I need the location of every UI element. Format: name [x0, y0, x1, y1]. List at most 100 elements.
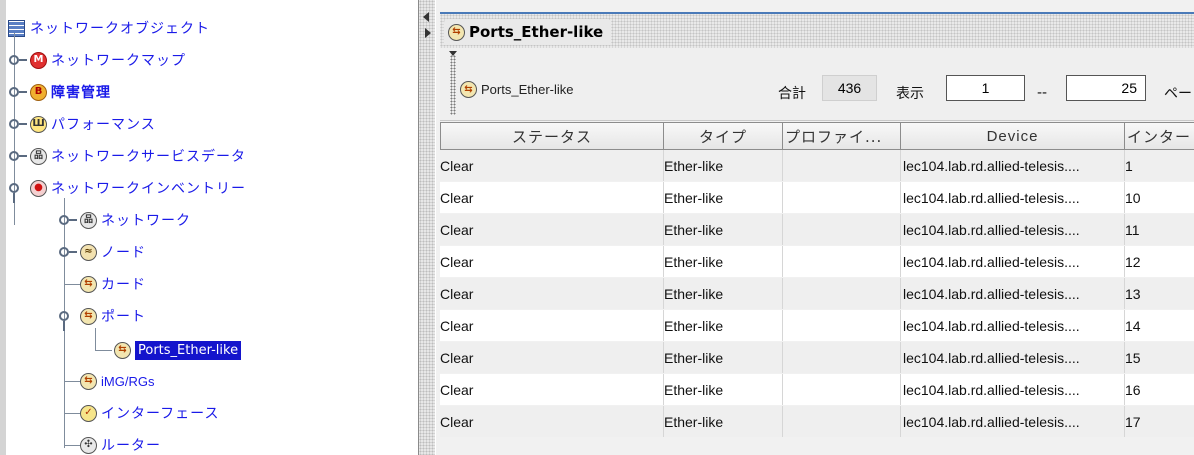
cell-profile [783, 278, 901, 309]
range-separator: -- [1037, 85, 1048, 101]
total-count: 436 [822, 75, 877, 101]
split-pane-divider[interactable] [419, 0, 435, 455]
cell-type: Ether-like [664, 182, 783, 213]
port-icon: ⇆ [448, 23, 465, 41]
cell-type: Ether-like [664, 278, 783, 309]
table-row[interactable]: Clear Ether-like lec104.lab.rd.allied-tele… [440, 278, 1194, 309]
table-row[interactable]: Clear Ether-like lec104.lab.rd.allied-tele… [440, 214, 1194, 245]
frame-tab[interactable]: ⇆ Ports_Ether-like [444, 19, 612, 45]
tree-connector [64, 284, 80, 285]
table-row[interactable]: Clear Ether-like lec104.lab.rd.allied-tele… [440, 246, 1194, 277]
column-header-status[interactable]: ステータス [440, 122, 664, 150]
network-inventory-icon: ● [30, 179, 47, 197]
table-header: ステータス タイプ プロファイ... Device インター [440, 122, 1194, 150]
network-map-icon: M [30, 51, 47, 69]
tree-item-ports-ether-like[interactable]: ⇆ Ports_Ether-like [114, 338, 242, 362]
tree-item-card[interactable]: ⇆ カード [80, 272, 146, 296]
card-icon: ⇆ [80, 275, 97, 293]
tree-item-network-map[interactable]: M ネットワークマップ [30, 48, 186, 72]
tree-item-img-rgs[interactable]: ⇆ iMG/RGs [80, 369, 154, 393]
tree-connector [95, 328, 96, 350]
cell-type: Ether-like [664, 214, 783, 245]
tree-item-label: インターフェース [101, 406, 220, 422]
cell-status: Clear [440, 406, 664, 437]
tree-item-label: ネットワークサービスデータ [51, 149, 246, 165]
cell-interface: 16 [1125, 374, 1194, 405]
collapse-toggle[interactable] [59, 311, 69, 331]
table-row[interactable]: Clear Ether-like lec104.lab.rd.allied-tele… [440, 150, 1194, 181]
cell-profile [783, 214, 901, 245]
cell-status: Clear [440, 150, 664, 181]
column-header-device[interactable]: Device [901, 122, 1125, 150]
frame-title: Ports_Ether-like [469, 23, 604, 41]
range-to-input[interactable]: 25 [1066, 75, 1146, 101]
tree-item-label: iMG/RGs [101, 373, 155, 389]
tree-item-node[interactable]: ≈ ノード [80, 240, 146, 264]
table-row[interactable]: Clear Ether-like lec104.lab.rd.allied-tele… [440, 342, 1194, 373]
cell-profile [783, 374, 901, 405]
cell-device: lec104.lab.rd.allied-telesis.... [901, 150, 1125, 181]
column-header-type[interactable]: タイプ [664, 122, 783, 150]
cell-device: lec104.lab.rd.allied-telesis.... [901, 406, 1125, 437]
navigation-tree: ネットワークオブジェクト M ネットワークマップ B 障害管理 Ш パフォーマン… [0, 0, 419, 455]
cell-type: Ether-like [664, 310, 783, 341]
port-icon: ⇆ [460, 81, 477, 98]
table-toolbar: ⇆ Ports_Ether-like 合計 436 表示 1 -- 25 ペー [440, 48, 1194, 121]
tree-item-network-service-data[interactable]: 品 ネットワークサービスデータ [30, 144, 246, 168]
cell-type: Ether-like [664, 150, 783, 181]
cell-status: Clear [440, 278, 664, 309]
collapse-left-arrow-icon[interactable] [423, 12, 429, 22]
cell-profile [783, 406, 901, 437]
tree-item-label: ルーター [101, 438, 161, 454]
cell-profile [783, 182, 901, 213]
tree-item-fault-management[interactable]: B 障害管理 [30, 80, 111, 104]
display-label: 表示 [896, 86, 924, 102]
cell-interface: 1 [1125, 150, 1194, 181]
tree-item-label: ネットワークインベントリー [51, 181, 246, 197]
expand-toggle[interactable] [9, 151, 27, 161]
expand-toggle[interactable] [9, 119, 27, 129]
cell-device: lec104.lab.rd.allied-telesis.... [901, 246, 1125, 277]
collapse-toggle[interactable] [9, 183, 19, 203]
tree-item-network-inventory[interactable]: ● ネットワークインベントリー [30, 176, 246, 200]
expand-toggle[interactable] [59, 247, 77, 257]
folder-list-icon [8, 19, 25, 37]
tree-item-network[interactable]: 品 ネットワーク [80, 208, 191, 232]
tree-item-label-selected: Ports_Ether-like [135, 340, 242, 360]
table-row[interactable]: Clear Ether-like lec104.lab.rd.allied-tele… [440, 406, 1194, 437]
tree-item-label: ノード [101, 245, 146, 261]
table-row[interactable]: Clear Ether-like lec104.lab.rd.allied-tele… [440, 374, 1194, 405]
port-icon: ⇆ [114, 341, 131, 359]
table-row[interactable]: Clear Ether-like lec104.lab.rd.allied-tele… [440, 310, 1194, 341]
network-service-data-icon: 品 [30, 147, 47, 165]
expand-toggle[interactable] [9, 55, 27, 65]
tree-item-label: ネットワークマップ [51, 53, 186, 69]
column-header-profile[interactable]: プロファイ... [783, 122, 901, 150]
network-icon: 品 [80, 211, 97, 229]
page-label: ペー [1164, 86, 1192, 102]
tree-root-label: ネットワークオブジェクト [30, 21, 210, 37]
tree-root[interactable]: ネットワークオブジェクト [8, 16, 210, 40]
tree-item-label: パフォーマンス [51, 117, 156, 133]
cell-interface: 15 [1125, 342, 1194, 373]
cell-interface: 10 [1125, 182, 1194, 213]
expand-toggle[interactable] [9, 87, 27, 97]
cell-status: Clear [440, 342, 664, 373]
toolbar-grip-handle[interactable] [449, 51, 457, 115]
cell-status: Clear [440, 374, 664, 405]
frame-titlebar[interactable]: ⇆ Ports_Ether-like [440, 12, 1194, 48]
tree-item-label: ネットワーク [101, 213, 191, 229]
cell-profile [783, 342, 901, 373]
tree-item-port[interactable]: ⇆ ポート [80, 304, 146, 328]
expand-toggle[interactable] [59, 215, 77, 225]
cell-interface: 17 [1125, 406, 1194, 437]
tree-item-performance[interactable]: Ш パフォーマンス [30, 112, 156, 136]
range-from-input[interactable]: 1 [946, 75, 1025, 101]
tree-item-interface[interactable]: ✓ インターフェース [80, 401, 219, 425]
expand-right-arrow-icon[interactable] [425, 28, 431, 38]
tree-item-router[interactable]: ✣ ルーター [80, 433, 161, 455]
column-header-interface[interactable]: インター [1125, 122, 1194, 150]
cell-device: lec104.lab.rd.allied-telesis.... [901, 342, 1125, 373]
table-row[interactable]: Clear Ether-like lec104.lab.rd.allied-tele… [440, 182, 1194, 213]
tree-item-label: ポート [101, 309, 146, 325]
